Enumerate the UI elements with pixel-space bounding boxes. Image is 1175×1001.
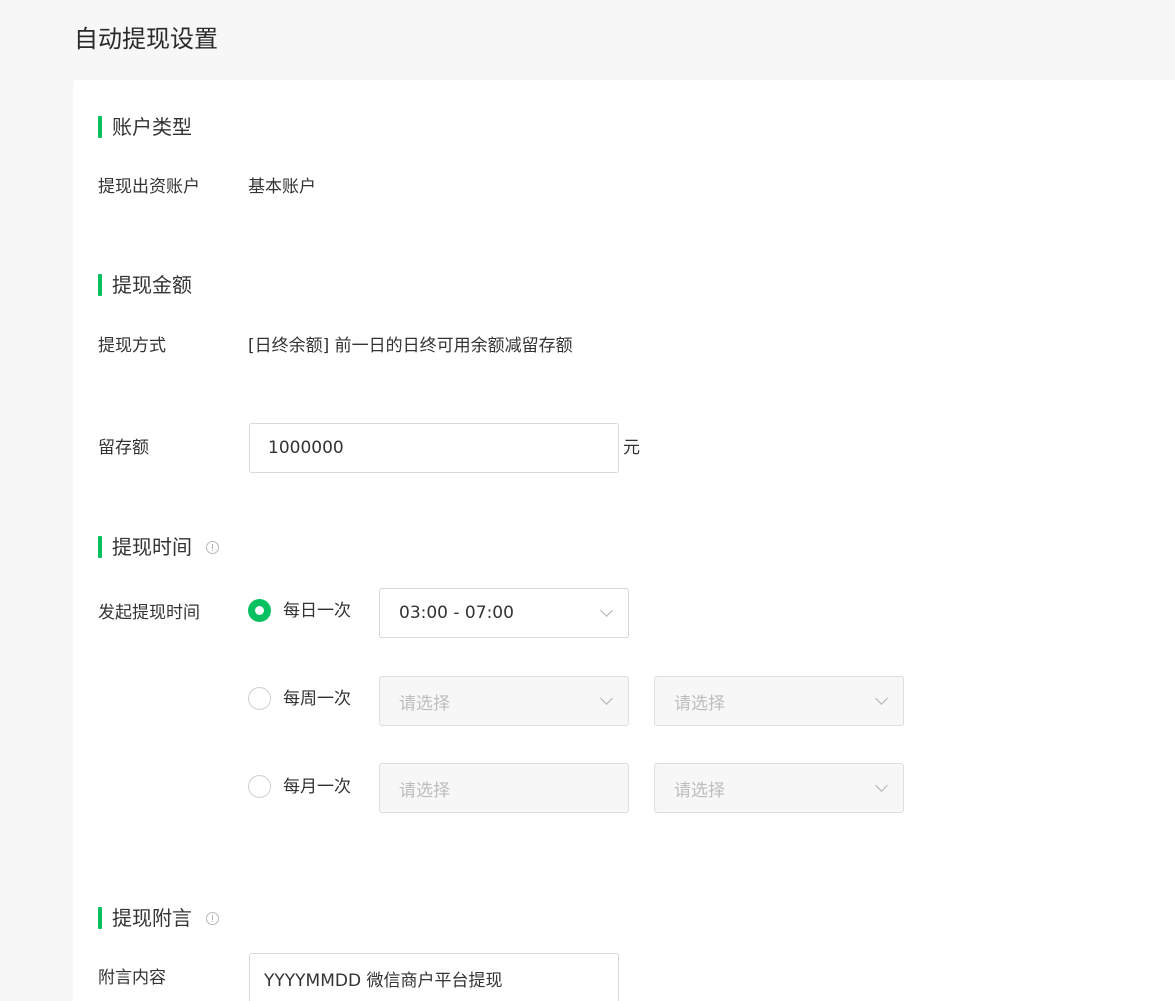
radio-monthly[interactable] bbox=[248, 775, 271, 798]
radio-monthly-label[interactable]: 每月一次 bbox=[283, 775, 351, 799]
withdraw-method-value: [日终余额] 前一日的日终可用余额减留存额 bbox=[248, 336, 573, 356]
source-account-value: 基本账户 bbox=[248, 177, 316, 197]
section-title-text: 提现金额 bbox=[112, 273, 192, 297]
chevron-down-icon bbox=[875, 692, 888, 705]
remark-content-input[interactable] bbox=[249, 953, 619, 1001]
info-circle-icon[interactable] bbox=[206, 540, 219, 554]
withdraw-method-label: 提现方式 bbox=[98, 336, 166, 356]
source-account-label: 提现出资账户 bbox=[98, 177, 200, 197]
section-accent-bar bbox=[98, 907, 102, 929]
monthly-time-select[interactable]: 请选择 bbox=[654, 763, 904, 813]
section-accent-bar bbox=[98, 274, 102, 296]
section-accent-bar bbox=[98, 536, 102, 558]
reserve-amount-label: 留存额 bbox=[98, 438, 149, 458]
select-placeholder: 请选择 bbox=[399, 693, 450, 714]
section-accent-bar bbox=[98, 116, 102, 138]
weekly-day-select[interactable]: 请选择 bbox=[379, 676, 629, 726]
start-time-label: 发起提现时间 bbox=[98, 603, 200, 623]
section-title-account-type: 账户类型 bbox=[98, 114, 192, 140]
section-title-withdraw-time: 提现时间 bbox=[98, 534, 219, 560]
info-circle-icon[interactable] bbox=[206, 911, 219, 925]
section-title-withdraw-amount: 提现金额 bbox=[98, 272, 192, 298]
section-title-text: 提现时间 bbox=[112, 535, 192, 559]
radio-daily[interactable] bbox=[248, 599, 271, 622]
select-placeholder: 请选择 bbox=[674, 693, 725, 714]
select-value: 03:00 - 07:00 bbox=[399, 603, 514, 623]
radio-daily-label[interactable]: 每日一次 bbox=[283, 599, 351, 623]
weekly-time-select[interactable]: 请选择 bbox=[654, 676, 904, 726]
settings-card: 账户类型 提现出资账户 基本账户 提现金额 提现方式 [日终余额] 前一日的日终… bbox=[73, 80, 1175, 1001]
radio-weekly-label[interactable]: 每周一次 bbox=[283, 687, 351, 711]
chevron-down-icon bbox=[600, 604, 613, 617]
reserve-amount-unit: 元 bbox=[623, 438, 640, 458]
chevron-down-icon bbox=[600, 692, 613, 705]
section-title-text: 提现附言 bbox=[112, 906, 192, 930]
monthly-day-select[interactable]: 请选择 bbox=[379, 763, 629, 813]
auto-withdraw-settings-page: 自动提现设置 账户类型 提现出资账户 基本账户 提现金额 提现方式 [日终余额]… bbox=[0, 0, 1175, 1001]
chevron-down-icon bbox=[875, 779, 888, 792]
daily-time-select[interactable]: 03:00 - 07:00 bbox=[379, 588, 629, 638]
section-title-withdraw-remark: 提现附言 bbox=[98, 905, 219, 931]
page-title: 自动提现设置 bbox=[74, 25, 218, 53]
select-placeholder: 请选择 bbox=[674, 780, 725, 801]
select-placeholder: 请选择 bbox=[399, 780, 450, 801]
section-title-text: 账户类型 bbox=[112, 115, 192, 139]
reserve-amount-input[interactable] bbox=[249, 423, 619, 473]
radio-weekly[interactable] bbox=[248, 687, 271, 710]
remark-content-label: 附言内容 bbox=[98, 968, 166, 988]
